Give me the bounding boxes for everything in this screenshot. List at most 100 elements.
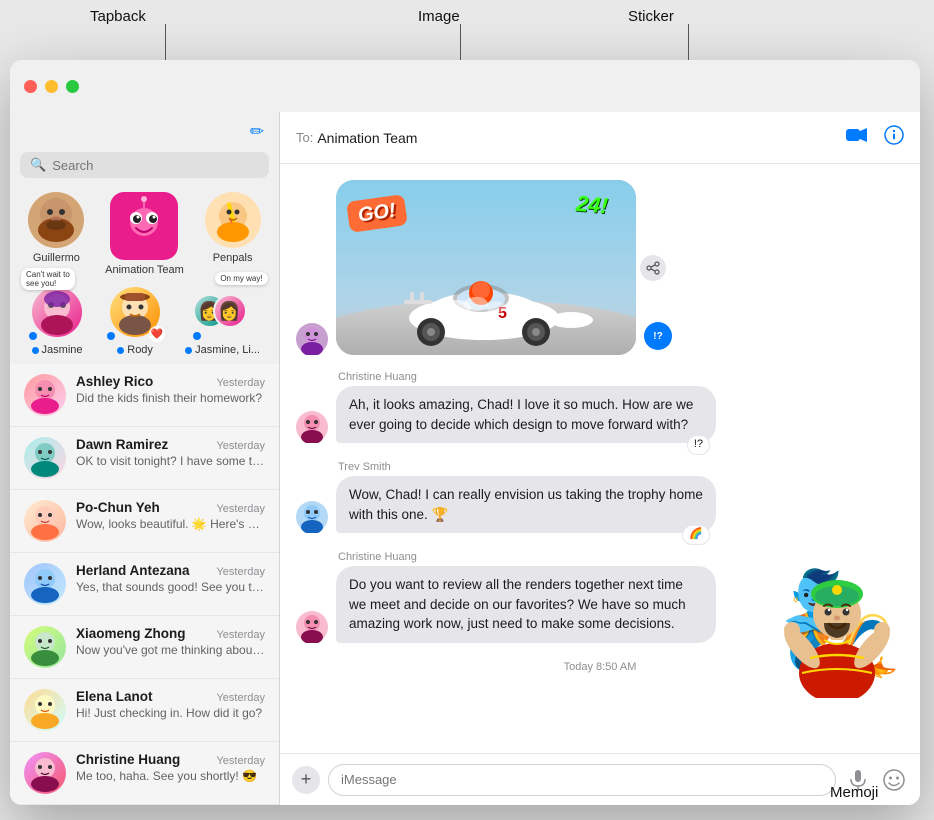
compose-button[interactable]: ✏ [247, 122, 267, 142]
image-sender-avatar [296, 323, 328, 355]
messages-area: 5 [280, 164, 920, 753]
tapback-badge-17: !? [687, 435, 710, 455]
trev-msg-row: Wow, Chad! I can really envision us taki… [296, 476, 716, 533]
christine-sender-label-1: Christine Huang [338, 371, 716, 383]
xiaomeng-avatar [24, 626, 66, 668]
ashley-info: Ashley Rico Yesterday Did the kids finis… [76, 374, 265, 407]
trev-msg-text: Wow, Chad! I can really envision us taki… [349, 487, 703, 522]
app-window: ✏ 🔍 [10, 60, 920, 805]
pinned-contact-rody[interactable]: ❤️ Rody [107, 284, 163, 356]
dawn-preview: OK to visit tonight? I have some things … [76, 453, 265, 470]
pochun-info: Po-Chun Yeh Yesterday Wow, looks beautif… [76, 500, 265, 533]
elena-name: Elena Lanot [76, 689, 153, 704]
animation-team-name: Animation Team [105, 264, 184, 276]
conv-item-dawn[interactable]: Dawn Ramirez Yesterday OK to visit tonig… [10, 427, 279, 490]
chat-area: To: Animation Team [280, 112, 920, 805]
add-attachment-button[interactable]: + [292, 766, 320, 794]
sidebar-top: ✏ [10, 112, 279, 152]
xiaomeng-time: Yesterday [216, 629, 265, 641]
christine-conv-name: Christine Huang [76, 752, 180, 767]
pinned-contact-jasmine-li[interactable]: On my way! 👩 👩 Jasmine, Li... [185, 284, 260, 356]
jasmine-name: Jasmine [32, 344, 83, 356]
jasmine-speech-bubble: Can't wait tosee you! [21, 268, 75, 290]
elena-info: Elena Lanot Yesterday Hi! Just checking … [76, 689, 265, 722]
memoji-annotation-label: Memoji [830, 784, 878, 801]
memoji-india-man [782, 558, 892, 698]
christine-avatar-1 [296, 411, 328, 443]
christine-msg-1-text: Ah, it looks amazing, Chad! I love it so… [349, 397, 693, 432]
search-bar[interactable]: 🔍 [20, 152, 269, 178]
conv-item-herland[interactable]: Herland Antezana Yesterday Yes, that sou… [10, 553, 279, 616]
christine-msg-2-bubble: Do you want to review all the renders to… [336, 566, 716, 643]
christine-conv-avatar [24, 752, 66, 794]
maximize-button[interactable] [66, 80, 79, 93]
trev-avatar [296, 501, 328, 533]
ashley-name: Ashley Rico [76, 374, 153, 389]
dawn-time: Yesterday [216, 440, 265, 452]
elena-time: Yesterday [216, 692, 265, 704]
title-bar [10, 60, 920, 112]
pochun-preview: Wow, looks beautiful. 🌟 Here's a photo o… [76, 516, 265, 533]
christine-conv-time: Yesterday [216, 755, 265, 767]
christine-msg-2-row: Do you want to review all the renders to… [296, 566, 716, 643]
pochun-time: Yesterday [216, 503, 265, 515]
pinned-contact-guillermo[interactable]: Guillermo [28, 192, 84, 276]
traffic-lights [24, 80, 79, 93]
search-icon: 🔍 [30, 157, 46, 173]
video-call-icon[interactable] [846, 127, 868, 148]
pinned-contact-animation-team[interactable]: Animation Team [105, 192, 184, 276]
pinned-contact-jasmine[interactable]: Can't wait tosee you! [29, 284, 85, 356]
dawn-avatar [24, 437, 66, 479]
herland-info: Herland Antezana Yesterday Yes, that sou… [76, 563, 265, 596]
jasmineli-unread-dot [193, 332, 201, 340]
trev-msg-bubble: Wow, Chad! I can really envision us taki… [336, 476, 716, 533]
sidebar: ✏ 🔍 [10, 112, 280, 805]
christine-sender-label-2: Christine Huang [338, 551, 716, 563]
christine-conv-preview: Me too, haha. See you shortly! 😎 [76, 768, 265, 785]
tapback-annotation-label: Tapback [90, 8, 146, 25]
christine-msg-1-group: Christine Huang Ah, i [296, 371, 716, 443]
herland-time: Yesterday [216, 566, 265, 578]
chat-header: To: Animation Team [280, 112, 920, 164]
conv-item-pochun[interactable]: Po-Chun Yeh Yesterday Wow, looks beautif… [10, 490, 279, 553]
ashley-time: Yesterday [216, 377, 265, 389]
xiaomeng-preview: Now you've got me thinking about my next… [76, 642, 265, 659]
elena-avatar [24, 689, 66, 731]
pinned-contacts-row: Guillermo [10, 188, 279, 280]
pochun-avatar [24, 500, 66, 542]
christine-avatar-2 [296, 611, 328, 643]
input-area: + [280, 753, 920, 805]
message-input[interactable] [328, 764, 836, 796]
image-message: 5 [336, 180, 636, 355]
24h-sticker: 24! [575, 191, 609, 220]
search-input[interactable] [52, 158, 259, 173]
image-annotation-label: Image [418, 8, 460, 25]
content-area: ✏ 🔍 [10, 112, 920, 805]
info-icon[interactable] [884, 125, 904, 150]
emoji-picker-button[interactable] [880, 766, 908, 794]
conv-item-christine[interactable]: Christine Huang Yesterday Me too, haha. … [10, 742, 279, 805]
elena-preview: Hi! Just checking in. How did it go? [76, 705, 265, 722]
christine-conv-info: Christine Huang Yesterday Me too, haha. … [76, 752, 265, 785]
tapback-exclaim-question: !? [644, 322, 672, 350]
christine-msg-1-bubble: Ah, it looks amazing, Chad! I love it so… [336, 386, 716, 443]
conv-item-xiaomeng[interactable]: Xiaomeng Zhong Yesterday Now you've got … [10, 616, 279, 679]
herland-avatar [24, 563, 66, 605]
trev-msg-group: Trev Smith Wow, Chad! [296, 461, 716, 533]
trev-sender-label: Trev Smith [338, 461, 716, 473]
christine-msg-2-group: Christine Huang Do yo [296, 551, 716, 643]
ashley-avatar [24, 374, 66, 416]
sticker-annotation-label: Sticker [628, 8, 674, 25]
close-button[interactable] [24, 80, 37, 93]
christine-msg-2-text: Do you want to review all the renders to… [349, 577, 686, 631]
conv-item-ashley[interactable]: Ashley Rico Yesterday Did the kids finis… [10, 364, 279, 427]
rody-heart-badge: ❤️ [149, 326, 165, 342]
conv-item-elena[interactable]: Elena Lanot Yesterday Hi! Just checking … [10, 679, 279, 742]
penpals-avatar [205, 192, 261, 248]
pochun-name: Po-Chun Yeh [76, 500, 160, 515]
pinned-contact-penpals[interactable]: Penpals [205, 192, 261, 276]
rody-name: Rody [117, 344, 153, 356]
share-button[interactable] [640, 255, 666, 281]
chat-header-icons [846, 125, 904, 150]
minimize-button[interactable] [45, 80, 58, 93]
